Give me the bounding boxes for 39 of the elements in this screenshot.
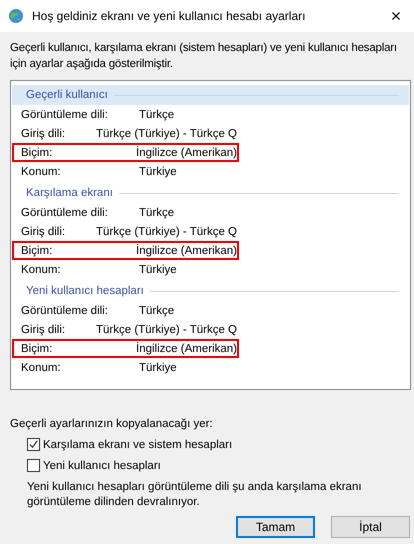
checkbox-label: Karşılama ekranı ve sistem hesapları: [43, 438, 232, 450]
window-title: Hoş geldiniz ekranı ve yeni kullanıcı hesabı ayarları: [32, 9, 306, 23]
setting-label: Giriş dili:: [21, 226, 66, 238]
setting-value: Türkçe (Türkiye) - Türkçe Q: [96, 324, 237, 336]
setting-label: Konum:: [21, 264, 62, 276]
setting-value: Türkçe (Türkiye) - Türkçe Q: [96, 128, 237, 140]
group-header[interactable]: Karşılama ekranı: [12, 183, 409, 203]
setting-value: İngilizce (Amerikan): [136, 146, 237, 158]
note-text: Yeni kullanıcı hesapları görüntüleme dili şu anda karşılama ekranı görüntüleme dilinden devralınıyor.: [27, 480, 363, 510]
intro-text: Geçerli kullanıcı, karşılama ekranı (sistem hesapları) ve yeni kullanıcı hesapları için ayarlar aşağıda gösterilmiştir.: [10, 41, 398, 72]
setting-value: Türkiye: [139, 362, 177, 374]
setting-label: Giriş dili:: [21, 324, 66, 336]
setting-value: Türkiye: [139, 166, 177, 178]
setting-value: Türkçe (Türkiye) - Türkçe Q: [96, 226, 237, 238]
copy-label: Geçerli ayarlarınızın kopyalanacağı yer:: [10, 418, 214, 430]
setting-value: Türkçe: [139, 206, 174, 218]
setting-label: Konum:: [21, 166, 62, 178]
setting-value: İngilizce (Amerikan): [136, 244, 237, 256]
setting-label: Biçim:: [21, 244, 54, 256]
checkbox[interactable]: [27, 459, 40, 472]
setting-label: Görüntüleme dili:: [21, 304, 109, 316]
setting-value: Türkçe: [139, 108, 174, 120]
checkbox-label: Yeni kullanıcı hesapları: [43, 460, 161, 472]
close-button[interactable]: ×: [378, 0, 414, 32]
ok-button[interactable]: Tamam: [236, 516, 315, 538]
setting-value: Türkçe: [139, 304, 174, 316]
setting-value: Türkiye: [139, 264, 177, 276]
checkbox[interactable]: [27, 438, 40, 451]
cancel-button[interactable]: İptal: [331, 516, 410, 538]
setting-label: Konum:: [21, 362, 62, 374]
setting-value: İngilizce (Amerikan): [136, 342, 237, 354]
group-header[interactable]: Geçerli kullanıcı: [12, 85, 409, 105]
setting-label: Görüntüleme dili:: [21, 108, 109, 120]
setting-label: Biçim:: [21, 342, 54, 354]
globe-icon: [8, 8, 24, 24]
setting-label: Biçim:: [21, 146, 54, 158]
setting-label: Giriş dili:: [21, 128, 66, 140]
group-header[interactable]: Yeni kullanıcı hesapları: [12, 281, 409, 301]
setting-label: Görüntüleme dili:: [21, 206, 109, 218]
